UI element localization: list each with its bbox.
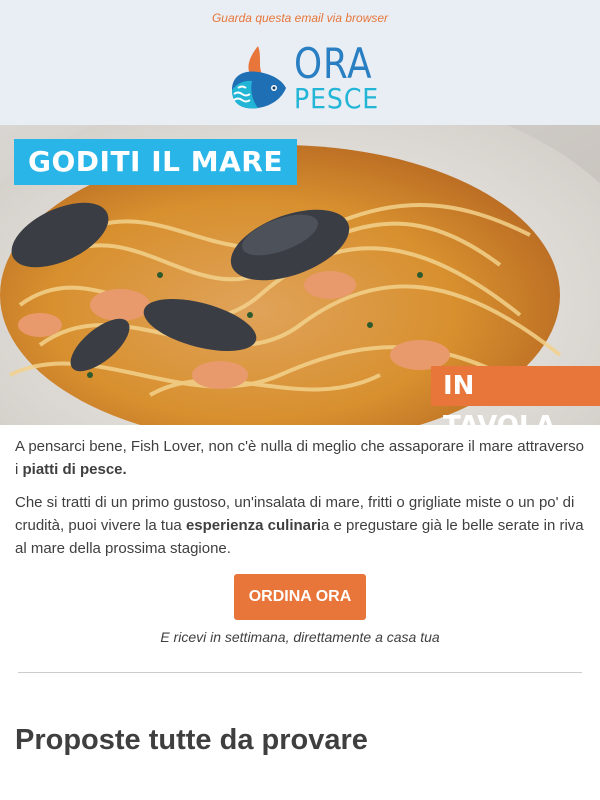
logo-wordmark-pesce: PESCE xyxy=(294,82,380,115)
hero-banner-top: GODITI IL MARE xyxy=(14,139,297,185)
fish-logo-icon xyxy=(232,46,286,109)
intro-paragraph: A pensarci bene, Fish Lover, non c'è nul… xyxy=(15,435,585,481)
detail-bold-text: esperienza culinari xyxy=(185,517,321,534)
hero-image[interactable]: GODITI IL MARE IN TAVOLA xyxy=(0,125,600,425)
section-divider xyxy=(18,672,582,673)
logo-wordmark-ora: ORA xyxy=(294,39,373,88)
email-body: A pensarci bene, Fish Lover, non c'è nul… xyxy=(0,435,600,645)
hero-banner-bottom: IN TAVOLA xyxy=(431,366,600,425)
detail-paragraph: Che si tratti di un primo gustoso, un'in… xyxy=(15,491,585,560)
view-in-browser-link[interactable]: Guarda questa email via browser xyxy=(0,11,600,25)
cta-note: E ricevi in settimana, direttamente a ca… xyxy=(160,629,440,645)
section-title: Proposte tutte da provare xyxy=(15,724,368,756)
intro-bold-text: piatti di pesce. xyxy=(22,461,127,478)
cta-container: ORDINA ORA xyxy=(15,574,585,620)
order-now-button[interactable]: ORDINA ORA xyxy=(233,574,367,620)
email-header: Guarda questa email via browser ORA PESC… xyxy=(0,0,600,125)
brand-logo[interactable]: ORA PESCE xyxy=(228,39,382,116)
